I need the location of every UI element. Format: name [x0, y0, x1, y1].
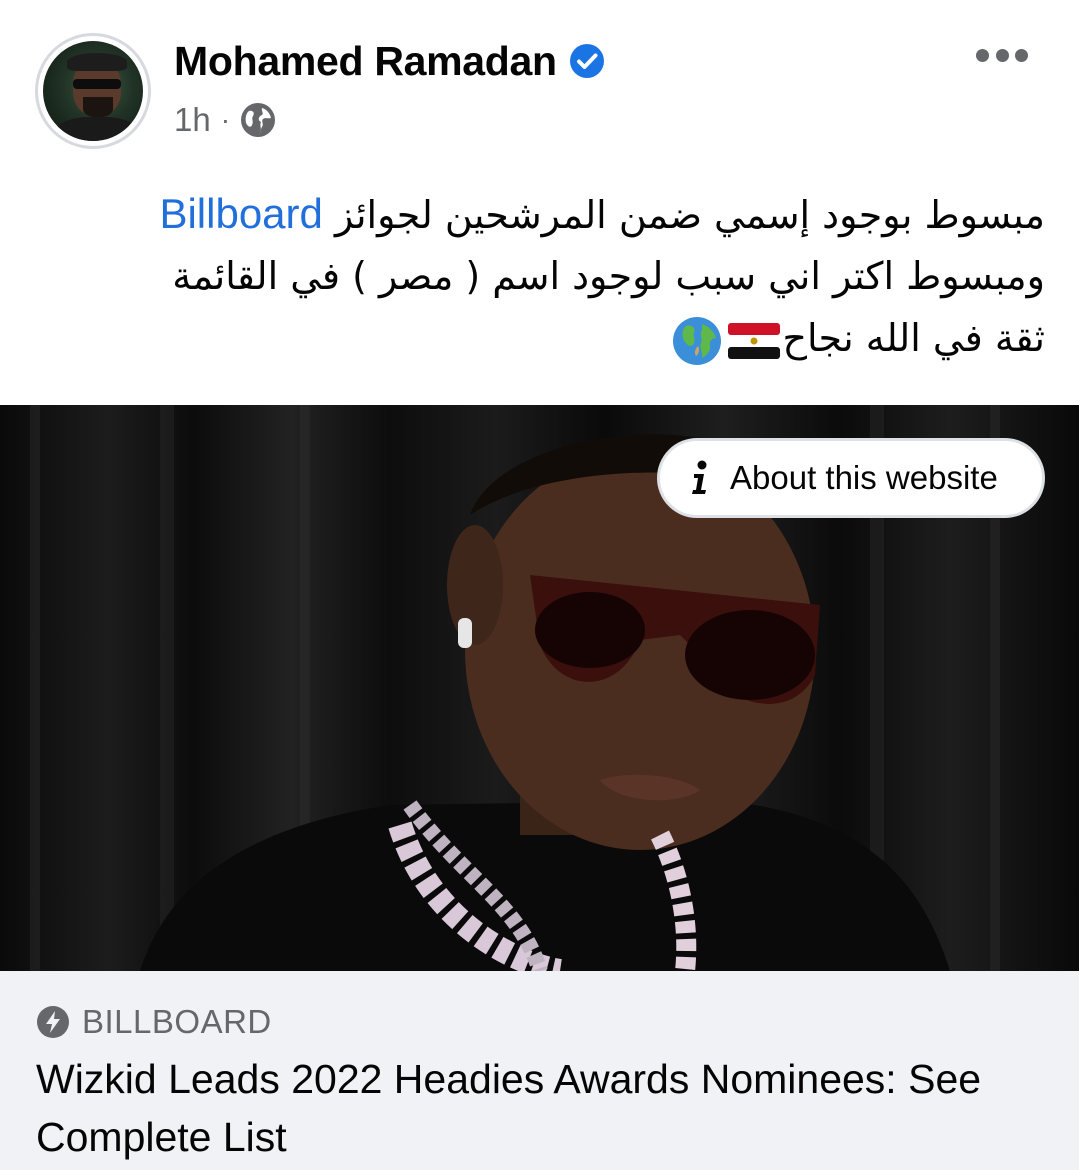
- earth-globe-icon: [673, 316, 722, 365]
- author-row: Mohamed Ramadan: [174, 36, 605, 86]
- link-domain: BILLBOARD: [82, 1003, 272, 1040]
- bolt-icon: [37, 1006, 69, 1038]
- info-icon: [692, 460, 707, 494]
- post-timestamp[interactable]: 1h: [174, 101, 211, 139]
- post-message: مبسوط بوجود إسمي ضمن المرشحين لجوائز Bil…: [60, 183, 1045, 369]
- more-dots-icon: [976, 48, 989, 62]
- link-domain-row: BILLBOARD: [36, 1002, 272, 1042]
- meta-separator: ·: [220, 104, 231, 135]
- verified-badge-icon: [569, 44, 604, 78]
- globe-icon[interactable]: [240, 102, 276, 138]
- post-message-line: مبسوط بوجود إسمي ضمن المرشحين لجوائز Bil…: [60, 183, 1045, 245]
- post-message-text: ثقة في الله نجاح: [782, 316, 1045, 360]
- post-header: Mohamed Ramadan 1h ·: [0, 0, 1079, 160]
- author-name[interactable]: Mohamed Ramadan: [174, 38, 557, 85]
- post-message-text: مبسوط بوجود إسمي ضمن المرشحين لجوائز: [334, 193, 1045, 237]
- egypt-flag-icon: [728, 322, 781, 359]
- author-avatar[interactable]: [35, 33, 151, 149]
- link-title[interactable]: Wizkid Leads 2022 Headies Awards Nominee…: [36, 1050, 1046, 1166]
- post-message-line: ومبسوط اكتر اني سبب لوجود اسم ( مصر ) في…: [60, 245, 1045, 307]
- post-message-text: ومبسوط اكتر اني سبب لوجود اسم ( مصر ) في…: [172, 254, 1045, 298]
- billboard-link[interactable]: Billboard: [159, 190, 322, 237]
- more-options-button[interactable]: [972, 38, 1032, 72]
- about-this-website-button[interactable]: About this website: [657, 438, 1045, 518]
- about-this-website-label: About this website: [730, 459, 998, 496]
- post-meta: 1h ·: [174, 98, 276, 142]
- avatar-photo: [43, 41, 143, 141]
- post-message-line: ثقة في الله نجاح: [60, 307, 1045, 369]
